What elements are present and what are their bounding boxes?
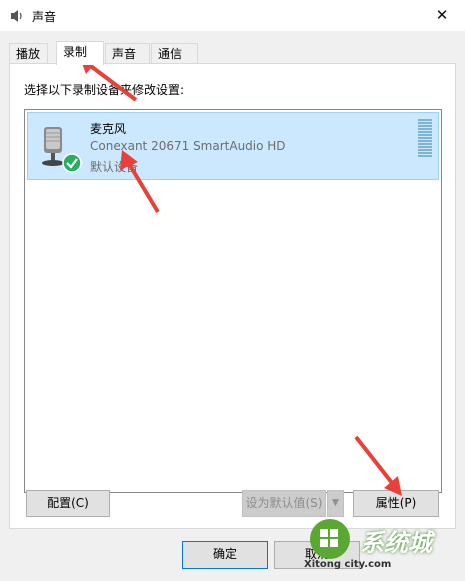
tab-recording[interactable]: 录制 (56, 41, 104, 65)
list-item[interactable]: 麦克风 Conexant 20671 SmartAudio HD 默认设备 (27, 112, 439, 180)
windows-logo-icon (310, 519, 350, 559)
device-status: 默认设备 (90, 160, 139, 174)
checkmark-icon (62, 153, 82, 173)
chevron-down-icon: ▼ (332, 498, 339, 508)
device-name: 麦克风 (90, 122, 127, 136)
sound-dialog: 声音 ✕ 播放 录制 声音 通信 选择以下录制设备来修改设置: 麦克风 Cone… (0, 0, 465, 581)
device-description: Conexant 20671 SmartAudio HD (90, 139, 286, 153)
tab-playback[interactable]: 播放 (9, 43, 48, 63)
level-meter (418, 119, 432, 159)
recording-panel: 选择以下录制设备来修改设置: 麦克风 Conexant 20671 SmartA… (9, 63, 456, 529)
set-default-button[interactable]: 设为默认值(S) (242, 490, 326, 517)
watermark-subtext: Xitong city.com (304, 559, 392, 570)
ok-button[interactable]: 确定 (182, 541, 268, 569)
properties-button[interactable]: 属性(P) (353, 490, 439, 517)
recording-device-list[interactable]: 麦克风 Conexant 20671 SmartAudio HD 默认设备 (24, 109, 442, 493)
configure-button[interactable]: 配置(C) (26, 490, 110, 517)
instruction-text: 选择以下录制设备来修改设置: (24, 83, 185, 97)
speaker-icon (8, 8, 24, 24)
watermark: 系统城 Xitong city.com (300, 517, 460, 581)
set-default-dropdown[interactable]: ▼ (327, 490, 344, 517)
tab-sounds[interactable]: 声音 (105, 43, 150, 63)
title-bar: 声音 ✕ (0, 0, 465, 31)
close-button[interactable]: ✕ (419, 0, 465, 31)
tab-communications[interactable]: 通信 (151, 43, 198, 63)
close-icon: ✕ (435, 6, 449, 24)
window-title: 声音 (32, 10, 57, 24)
watermark-text: 系统城 (360, 529, 432, 557)
